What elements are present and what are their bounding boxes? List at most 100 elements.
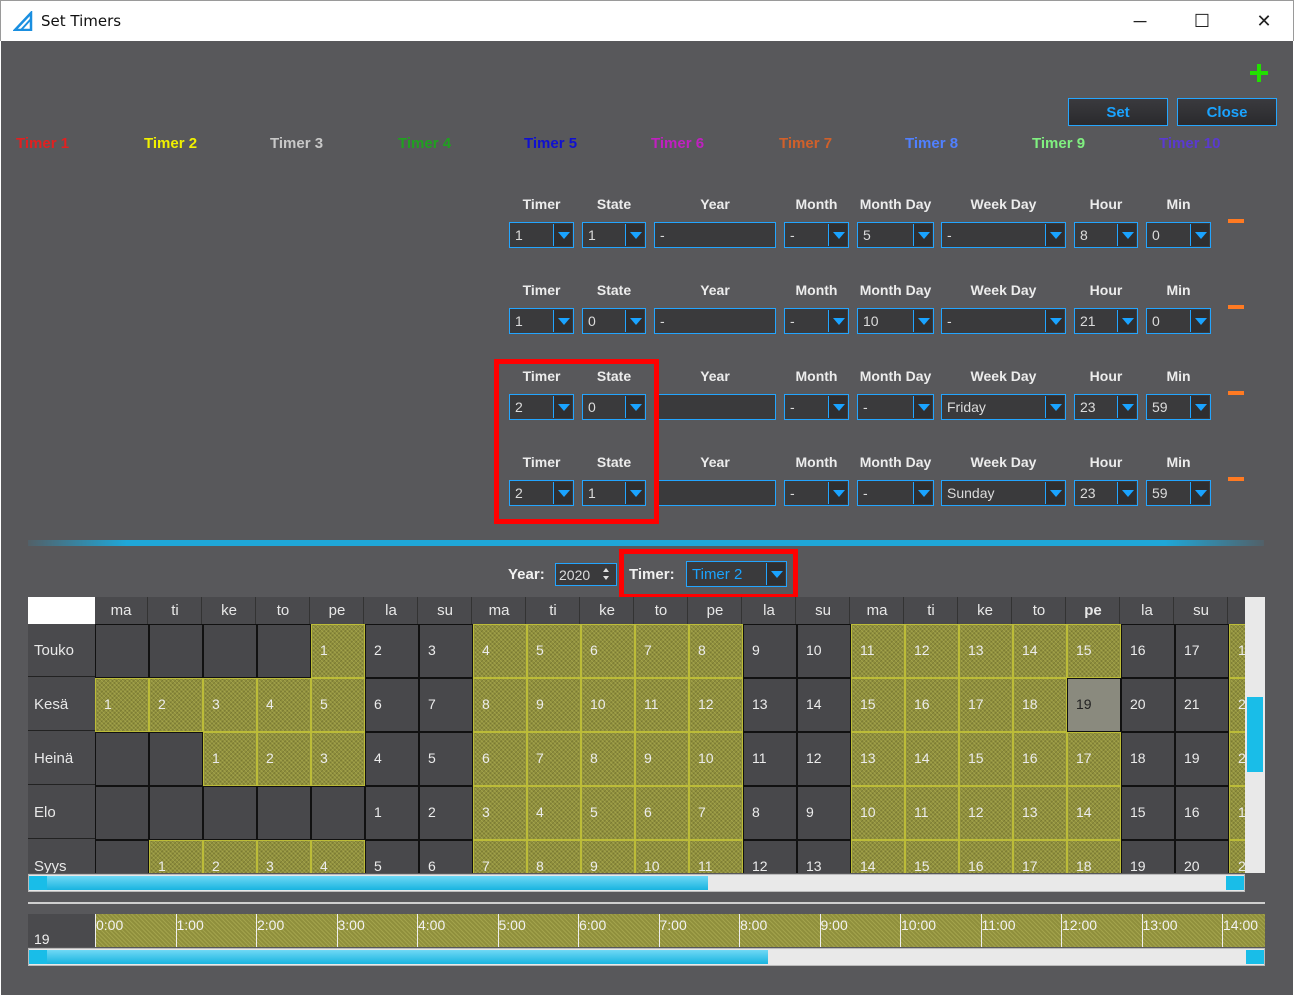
scroll-right-icon[interactable]	[1226, 876, 1244, 890]
calendar-day-cell[interactable]: 7	[473, 840, 527, 873]
timeline-hour-cell[interactable]: 4:00	[417, 914, 498, 947]
calendar-day-cell[interactable]: 3	[257, 840, 311, 873]
calendar-day-cell[interactable]: 10	[797, 624, 851, 678]
calendar-day-cell[interactable]: 19	[1175, 732, 1229, 786]
calendar-day-cell[interactable]: 11	[851, 624, 905, 678]
calendar-day-cell[interactable]: 1	[149, 840, 203, 873]
calendar-day-cell[interactable]: 7	[635, 624, 689, 678]
timeline-hour-cell[interactable]: 7:00	[658, 914, 740, 947]
timeline-hour-cell[interactable]: 9:00	[819, 914, 901, 947]
state-select[interactable]: 1	[582, 222, 646, 248]
calendar-day-cell[interactable]: 3	[311, 732, 365, 786]
month-select[interactable]: -	[784, 308, 849, 334]
calendar-day-cell[interactable]: 18	[1067, 840, 1121, 873]
calendar-day-cell[interactable]: 2	[365, 624, 419, 678]
month-day-select[interactable]: -	[857, 394, 934, 420]
calendar-vertical-scrollbar[interactable]	[1245, 597, 1265, 873]
calendar-day-cell[interactable]: 4	[473, 624, 527, 678]
calendar-day-cell[interactable]: 20	[1121, 678, 1175, 732]
timeline-hour-cell[interactable]: 3:00	[336, 914, 418, 947]
calendar-day-cell[interactable]: 9	[635, 732, 689, 786]
calendar-day-cell[interactable]: 16	[959, 840, 1013, 873]
calendar-day-cell[interactable]: 21	[1175, 678, 1229, 732]
calendar-day-cell[interactable]: 15	[1067, 624, 1121, 678]
calendar-day-cell[interactable]	[203, 624, 257, 678]
week-day-select[interactable]: -	[941, 222, 1066, 248]
remove-row-icon[interactable]	[1228, 219, 1244, 223]
calendar-day-cell[interactable]: 17	[1067, 732, 1121, 786]
calendar-day-cell[interactable]: 17	[959, 678, 1013, 732]
calendar-day-cell[interactable]: 1	[203, 732, 257, 786]
calendar-day-cell[interactable]: 14	[851, 840, 905, 873]
calendar-day-cell[interactable]: 9	[797, 786, 851, 840]
set-button[interactable]: Set	[1068, 98, 1168, 126]
calendar-day-cell[interactable]: 5	[419, 732, 473, 786]
calendar-day-cell[interactable]	[95, 840, 149, 873]
calendar-day-cell[interactable]: 2	[257, 732, 311, 786]
remove-row-icon[interactable]	[1228, 477, 1244, 481]
calendar-day-cell[interactable]: 15	[851, 678, 905, 732]
calendar-day-cell[interactable]: 2	[203, 840, 257, 873]
timeline-hour-cell[interactable]: 1:00	[175, 914, 257, 947]
calendar-day-cell[interactable]	[257, 786, 311, 840]
year-input[interactable]: -	[654, 308, 776, 334]
calendar-day-cell[interactable]: 4	[257, 678, 311, 732]
calendar-day-cell[interactable]: 3	[473, 786, 527, 840]
calendar-day-cell[interactable]	[149, 732, 203, 786]
min-select[interactable]: 59	[1146, 480, 1211, 506]
calendar-day-cell[interactable]: 14	[1067, 786, 1121, 840]
hour-select[interactable]: 21	[1074, 308, 1138, 334]
calendar-day-cell[interactable]	[95, 786, 149, 840]
state-select[interactable]: 0	[582, 308, 646, 334]
week-day-select[interactable]: -	[941, 308, 1066, 334]
calendar-day-cell[interactable]: 7	[689, 786, 743, 840]
timeline-hour-cell[interactable]: 2:00	[256, 914, 337, 947]
calendar-day-cell[interactable]: 14	[797, 678, 851, 732]
spin-down-icon[interactable]	[603, 576, 609, 580]
add-timer-icon[interactable]	[1250, 64, 1268, 82]
calendar-day-cell[interactable]: 16	[905, 678, 959, 732]
calendar-day-cell[interactable]: 13	[851, 732, 905, 786]
calendar-day-cell[interactable]	[95, 732, 149, 786]
calendar-day-cell[interactable]: 1	[95, 678, 149, 732]
calendar-day-cell[interactable]: 8	[743, 786, 797, 840]
calendar-day-cell[interactable]: 13	[797, 840, 851, 873]
close-window-button[interactable]: ✕	[1233, 1, 1294, 42]
calendar-day-cell[interactable]: 16	[1175, 786, 1229, 840]
calendar-day-cell[interactable]: 12	[689, 678, 743, 732]
calendar-day-cell[interactable]: 2	[419, 786, 473, 840]
calendar-day-cell[interactable]: 8	[689, 624, 743, 678]
calendar-day-cell[interactable]: 18	[1121, 732, 1175, 786]
timeline-hour-cell[interactable]: 10:00	[900, 914, 981, 947]
calendar-day-cell[interactable]: 3	[419, 624, 473, 678]
week-day-select[interactable]: Sunday	[941, 480, 1066, 506]
month-select[interactable]: -	[784, 394, 849, 420]
calendar-day-cell[interactable]: 4	[365, 732, 419, 786]
calendar-day-cell[interactable]: 8	[473, 678, 527, 732]
month-day-select[interactable]: 5	[857, 222, 934, 248]
calendar-day-cell[interactable]: 19	[1121, 840, 1175, 873]
calendar-day-cell[interactable]: 12	[905, 624, 959, 678]
calendar-day-cell[interactable]: 3	[203, 678, 257, 732]
calendar-day-cell[interactable]: 6	[473, 732, 527, 786]
calendar-day-cell[interactable]: 6	[581, 624, 635, 678]
calendar-day-cell[interactable]: 11	[743, 732, 797, 786]
min-select[interactable]: 0	[1146, 308, 1211, 334]
calendar-day-cell[interactable]: 10	[851, 786, 905, 840]
timeline-hour-cell[interactable]: 8:00	[739, 914, 820, 947]
timeline-hour-cell[interactable]: 6:00	[578, 914, 659, 947]
scroll-thumb[interactable]	[47, 876, 709, 890]
month-day-select[interactable]: 10	[857, 308, 934, 334]
calendar-day-cell[interactable]	[149, 786, 203, 840]
calendar-day-cell[interactable]: 13	[959, 624, 1013, 678]
timeline-hour-cell[interactable]: 12:00	[1061, 914, 1142, 947]
calendar-day-cell[interactable]: 17	[1013, 840, 1067, 873]
year-input[interactable]	[654, 394, 776, 420]
maximize-button[interactable]: ☐	[1171, 1, 1233, 42]
calendar-day-cell[interactable]: 13	[743, 678, 797, 732]
calendar-day-cell[interactable]: 10	[689, 732, 743, 786]
year-input[interactable]	[654, 480, 776, 506]
calendar-day-cell[interactable]: 17	[1175, 624, 1229, 678]
hour-select[interactable]: 23	[1074, 394, 1138, 420]
calendar-day-cell[interactable]: 6	[365, 678, 419, 732]
